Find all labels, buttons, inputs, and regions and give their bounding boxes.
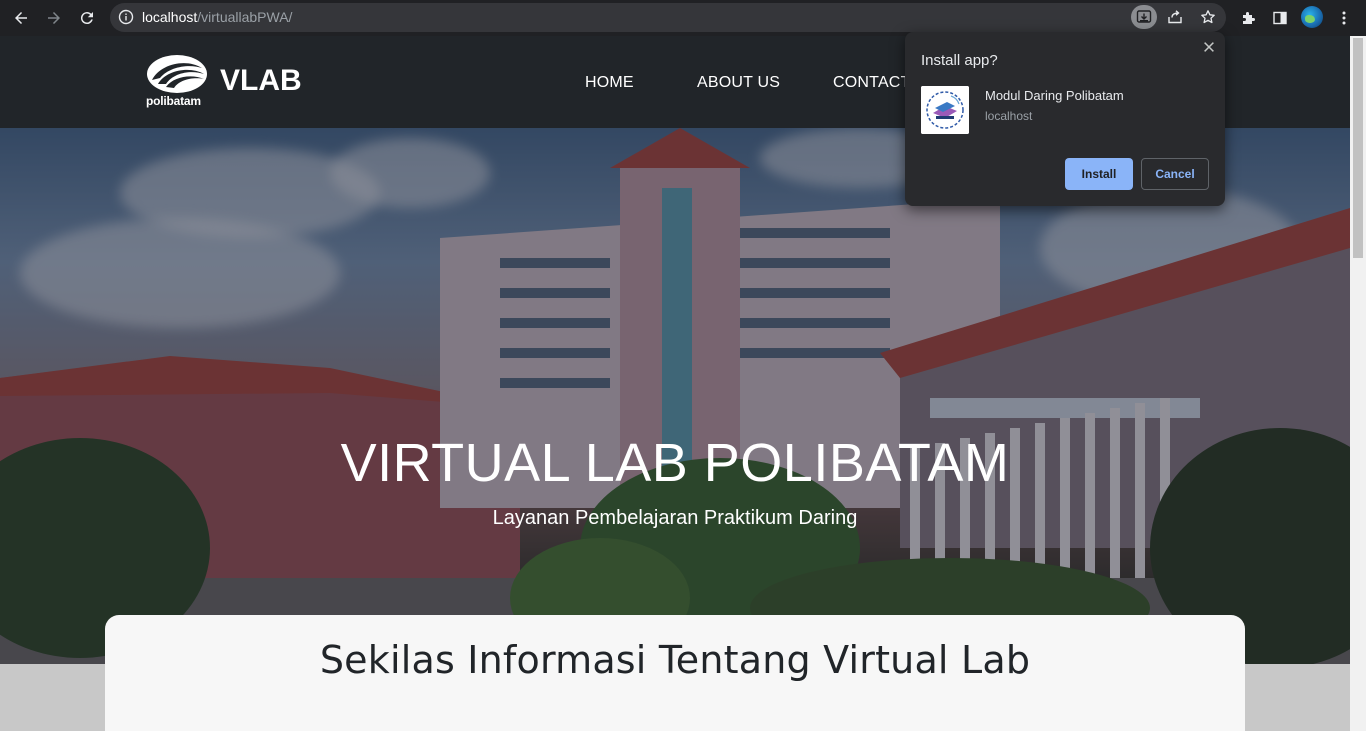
url-text[interactable]: localhost/virtuallabPWA/ bbox=[142, 9, 292, 26]
modul-daring-logo-icon bbox=[921, 86, 969, 134]
hero-overlay bbox=[0, 128, 1350, 664]
puzzle-icon bbox=[1243, 12, 1255, 24]
back-button[interactable] bbox=[9, 6, 33, 30]
nav-contact-link[interactable]: CONTACT bbox=[833, 73, 911, 93]
share-button[interactable] bbox=[1162, 5, 1188, 29]
side-panel-button[interactable] bbox=[1268, 6, 1292, 30]
hero-title: VIRTUAL LAB POLIBATAM bbox=[340, 433, 1010, 493]
hero-banner: VIRTUAL LAB POLIBATAM Layanan Pembelajar… bbox=[0, 128, 1350, 664]
install-app-dialog: Install app? Modul Daring Polibatam loca… bbox=[905, 32, 1225, 206]
profile-avatar[interactable] bbox=[1301, 6, 1323, 28]
forward-button[interactable] bbox=[42, 6, 66, 30]
app-icon bbox=[921, 86, 969, 134]
url-host: localhost bbox=[142, 9, 198, 25]
page-scrollbar[interactable] bbox=[1350, 36, 1366, 731]
address-bar[interactable]: localhost/virtuallabPWA/ bbox=[110, 3, 1226, 32]
close-icon bbox=[1204, 42, 1214, 52]
install-app-icon bbox=[1136, 10, 1152, 23]
app-host: localhost bbox=[985, 109, 1033, 123]
extensions-button[interactable] bbox=[1236, 6, 1260, 30]
reload-button[interactable] bbox=[75, 6, 99, 30]
star-icon bbox=[1201, 10, 1215, 24]
scrollbar-thumb[interactable] bbox=[1353, 38, 1363, 258]
cancel-button[interactable]: Cancel bbox=[1141, 158, 1209, 190]
app-name: Modul Daring Polibatam bbox=[985, 88, 1124, 103]
kebab-menu-icon bbox=[1342, 11, 1346, 25]
hero-subtitle: Layanan Pembelajaran Praktikum Daring bbox=[492, 507, 858, 529]
info-icon[interactable] bbox=[118, 9, 134, 25]
bookmark-button[interactable] bbox=[1195, 5, 1221, 29]
logo-text: polibatam bbox=[146, 94, 201, 108]
url-path: /virtuallabPWA/ bbox=[197, 9, 293, 25]
side-panel-icon bbox=[1273, 11, 1287, 25]
nav-about-link[interactable]: ABOUT US bbox=[697, 73, 780, 93]
browser-toolbar: localhost/virtuallabPWA/ bbox=[0, 0, 1366, 36]
info-section-card: Sekilas Informasi Tentang Virtual Lab bbox=[105, 615, 1245, 731]
share-icon bbox=[1168, 10, 1182, 24]
install-app-button[interactable] bbox=[1131, 5, 1157, 29]
arrow-right-icon bbox=[48, 12, 60, 24]
dialog-title: Install app? bbox=[921, 52, 998, 69]
close-button[interactable] bbox=[1201, 39, 1217, 55]
reload-icon bbox=[80, 12, 93, 25]
arrow-left-icon bbox=[15, 12, 27, 24]
nav-home-link[interactable]: HOME bbox=[585, 73, 634, 93]
install-button[interactable]: Install bbox=[1065, 158, 1133, 190]
brand-title[interactable]: VLAB bbox=[220, 64, 302, 98]
info-section-title: Sekilas Informasi Tentang Virtual Lab bbox=[319, 638, 1031, 682]
browser-menu-button[interactable] bbox=[1332, 6, 1356, 30]
